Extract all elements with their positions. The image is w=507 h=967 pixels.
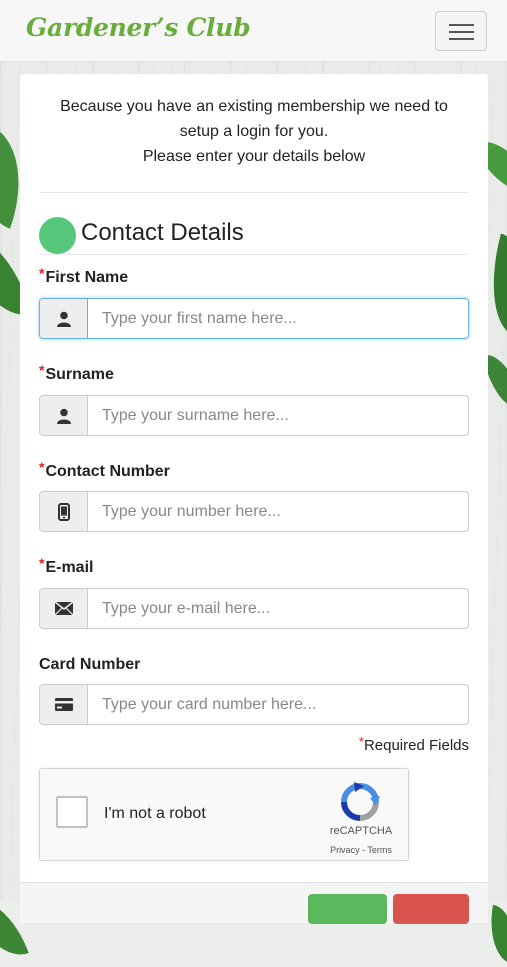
divider (40, 254, 468, 255)
email-label: *E-mail (39, 555, 94, 577)
contact-number-label: *Contact Number (39, 459, 170, 481)
navbar: Gardener’s Club (0, 0, 507, 62)
recaptcha-checkbox[interactable] (56, 796, 88, 828)
surname-input[interactable] (88, 396, 466, 435)
registration-card: Because you have an existing membership … (20, 74, 488, 924)
intro-line: setup a login for you. (179, 123, 329, 140)
envelope-icon (40, 589, 88, 628)
label-text: First Name (45, 269, 129, 286)
brand-logo[interactable]: Gardener’s Club (26, 13, 251, 42)
required-marker: * (39, 459, 45, 475)
recaptcha-logo-icon (341, 782, 380, 821)
cancel-button[interactable] (393, 894, 469, 924)
user-icon (40, 299, 88, 338)
recaptcha-links: Privacy - Terms (316, 845, 406, 855)
required-marker: * (358, 734, 364, 749)
contact-number-group (39, 491, 469, 532)
hamburger-icon-bar (449, 38, 474, 40)
intro-line: Because you have an existing membership … (60, 98, 448, 115)
section-title: Contact Details (81, 219, 244, 246)
card-number-label: Card Number (39, 656, 140, 674)
submit-button[interactable] (308, 894, 387, 924)
recaptcha-widget: I'm not a robot reCAPTCHA Privacy - Term… (39, 768, 409, 861)
user-icon (40, 396, 88, 435)
recaptcha-brand: reCAPTCHA (329, 825, 393, 837)
credit-card-icon (40, 685, 88, 724)
mobile-phone-icon (40, 492, 88, 531)
hamburger-icon-bar (449, 31, 474, 33)
surname-label: *Surname (39, 362, 114, 384)
surname-group (39, 395, 469, 436)
card-number-input[interactable] (88, 685, 466, 724)
required-marker: * (39, 362, 45, 378)
menu-toggle-button[interactable] (435, 11, 487, 51)
first-name-input[interactable] (88, 299, 466, 338)
terms-link[interactable]: Terms (367, 845, 392, 855)
label-text: Surname (45, 366, 114, 383)
required-fields-note: *Required Fields (358, 734, 469, 754)
required-marker: * (39, 265, 45, 281)
intro-text: Because you have an existing membership … (40, 94, 468, 169)
first-name-group (39, 298, 469, 339)
email-input[interactable] (88, 589, 466, 628)
card-number-group (39, 684, 469, 725)
label-text: E-mail (45, 559, 94, 576)
contact-number-input[interactable] (88, 492, 466, 531)
intro-line: Please enter your details below (142, 148, 366, 165)
label-text: Contact Number (45, 463, 170, 480)
hamburger-icon (449, 24, 474, 26)
required-note-text: Required Fields (363, 737, 469, 754)
divider (40, 192, 468, 193)
required-marker: * (39, 555, 45, 571)
recaptcha-label: I'm not a robot (104, 805, 206, 822)
section-dot-icon (39, 217, 76, 254)
label-text: Card Number (39, 656, 141, 673)
email-group (39, 588, 469, 629)
first-name-label: *First Name (39, 265, 129, 287)
privacy-link[interactable]: Privacy (330, 845, 360, 855)
